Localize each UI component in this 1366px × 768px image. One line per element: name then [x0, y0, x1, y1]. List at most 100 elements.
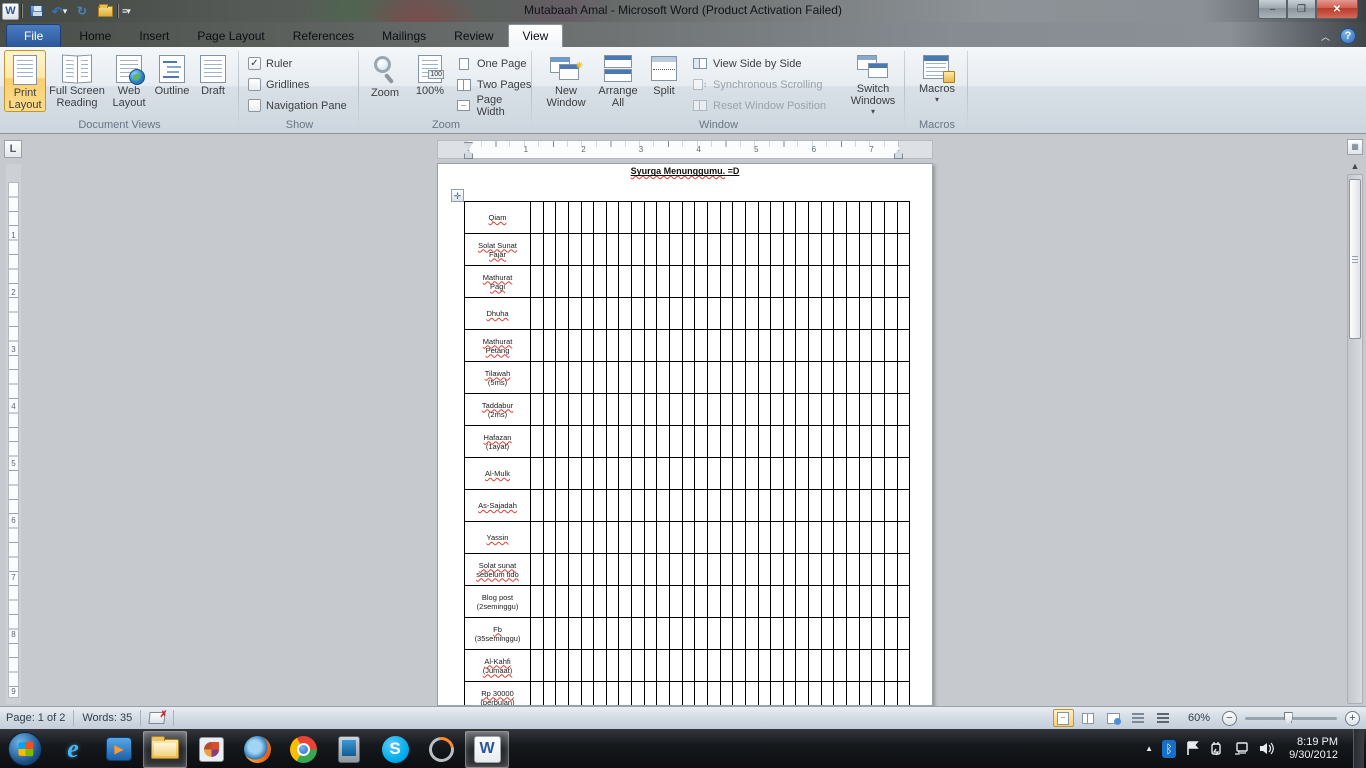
day-cell[interactable] — [898, 298, 911, 329]
day-cell[interactable] — [645, 490, 658, 521]
day-cell[interactable] — [860, 362, 873, 393]
day-cell[interactable] — [746, 682, 759, 705]
day-cell[interactable] — [885, 618, 898, 649]
day-cell[interactable] — [822, 394, 835, 425]
day-cell[interactable] — [594, 234, 607, 265]
day-cell[interactable] — [619, 426, 633, 457]
day-cell[interactable] — [796, 426, 810, 457]
row-label[interactable]: Tilawah (5ms) — [465, 362, 531, 393]
day-cell[interactable] — [771, 234, 784, 265]
day-cell[interactable] — [784, 650, 797, 681]
day-cell[interactable] — [885, 298, 898, 329]
day-cell[interactable] — [822, 266, 835, 297]
day-cell[interactable] — [531, 682, 544, 705]
power-plug-icon[interactable] — [1209, 741, 1224, 756]
day-cell[interactable] — [771, 682, 784, 705]
checkbox-ruler[interactable]: ✓ Ruler — [248, 53, 347, 74]
day-cell[interactable] — [834, 522, 848, 553]
day-cell[interactable] — [683, 650, 696, 681]
day-cell[interactable] — [657, 330, 671, 361]
day-cell[interactable] — [670, 586, 683, 617]
day-cell[interactable] — [632, 586, 645, 617]
clock[interactable]: 8:19 PM 9/30/2012 — [1283, 736, 1344, 762]
day-cell[interactable] — [746, 618, 759, 649]
day-cell[interactable] — [645, 682, 658, 705]
day-cell[interactable] — [708, 618, 721, 649]
day-cell[interactable] — [860, 202, 873, 233]
day-cell[interactable] — [645, 650, 658, 681]
day-cell[interactable] — [809, 426, 822, 457]
day-cell[interactable] — [569, 234, 582, 265]
day-cell[interactable] — [708, 586, 721, 617]
day-cell[interactable] — [645, 330, 658, 361]
day-cell[interactable] — [607, 650, 620, 681]
day-cell[interactable] — [733, 458, 746, 489]
day-cell[interactable] — [683, 458, 696, 489]
day-cell[interactable] — [872, 298, 885, 329]
day-cell[interactable] — [834, 650, 848, 681]
day-cell[interactable] — [746, 650, 759, 681]
day-cell[interactable] — [632, 618, 645, 649]
day-cell[interactable] — [556, 522, 569, 553]
day-cell[interactable] — [784, 362, 797, 393]
day-cell[interactable] — [721, 458, 734, 489]
day-cell[interactable] — [809, 362, 822, 393]
day-cell[interactable] — [531, 394, 544, 425]
day-cell[interactable] — [796, 202, 810, 233]
day-cell[interactable] — [645, 458, 658, 489]
day-cell[interactable] — [708, 650, 721, 681]
day-cell[interactable] — [657, 426, 671, 457]
day-cell[interactable] — [657, 522, 671, 553]
day-cell[interactable] — [607, 522, 620, 553]
zoom-in-button[interactable]: + — [1345, 710, 1360, 726]
day-cell[interactable] — [860, 490, 873, 521]
tab-page-layout[interactable]: Page Layout — [183, 25, 278, 47]
row-label[interactable]: As-Sajadah — [465, 490, 531, 521]
day-cell[interactable] — [708, 458, 721, 489]
day-cell[interactable] — [569, 362, 582, 393]
new-window-button[interactable]: ✷ New Window — [542, 50, 590, 110]
day-cell[interactable] — [733, 490, 746, 521]
day-cell[interactable] — [822, 586, 835, 617]
day-cell[interactable] — [695, 394, 708, 425]
day-cell[interactable] — [771, 426, 784, 457]
day-cell[interactable] — [746, 522, 759, 553]
day-cell[interactable] — [771, 586, 784, 617]
day-cell[interactable] — [619, 266, 633, 297]
day-cell[interactable] — [822, 362, 835, 393]
network-icon[interactable] — [1233, 741, 1249, 756]
day-cell[interactable] — [721, 266, 734, 297]
day-cell[interactable] — [759, 362, 772, 393]
day-cell[interactable] — [657, 298, 671, 329]
day-cell[interactable] — [822, 330, 835, 361]
day-cell[interactable] — [822, 426, 835, 457]
day-cell[interactable] — [733, 586, 746, 617]
day-cell[interactable] — [708, 394, 721, 425]
day-cell[interactable] — [784, 330, 797, 361]
day-cell[interactable] — [544, 554, 557, 585]
day-cell[interactable] — [898, 426, 911, 457]
day-cell[interactable] — [569, 298, 582, 329]
day-cell[interactable] — [784, 298, 797, 329]
tab-file[interactable]: File — [6, 24, 62, 47]
day-cell[interactable] — [695, 330, 708, 361]
day-cell[interactable] — [569, 650, 582, 681]
day-cell[interactable] — [784, 426, 797, 457]
day-cell[interactable] — [746, 426, 759, 457]
day-cell[interactable] — [847, 650, 860, 681]
day-cell[interactable] — [556, 618, 569, 649]
day-cell[interactable] — [733, 394, 746, 425]
day-cell[interactable] — [847, 490, 860, 521]
taskbar-photo-viewer[interactable] — [189, 731, 233, 768]
day-cell[interactable] — [683, 586, 696, 617]
day-cell[interactable] — [683, 426, 696, 457]
day-cell[interactable] — [582, 330, 595, 361]
day-cell[interactable] — [847, 586, 860, 617]
day-cell[interactable] — [771, 458, 784, 489]
day-cell[interactable] — [582, 426, 595, 457]
day-cell[interactable] — [582, 586, 595, 617]
day-cell[interactable] — [645, 234, 658, 265]
day-cell[interactable] — [809, 298, 822, 329]
day-cell[interactable] — [898, 650, 911, 681]
day-cell[interactable] — [885, 650, 898, 681]
